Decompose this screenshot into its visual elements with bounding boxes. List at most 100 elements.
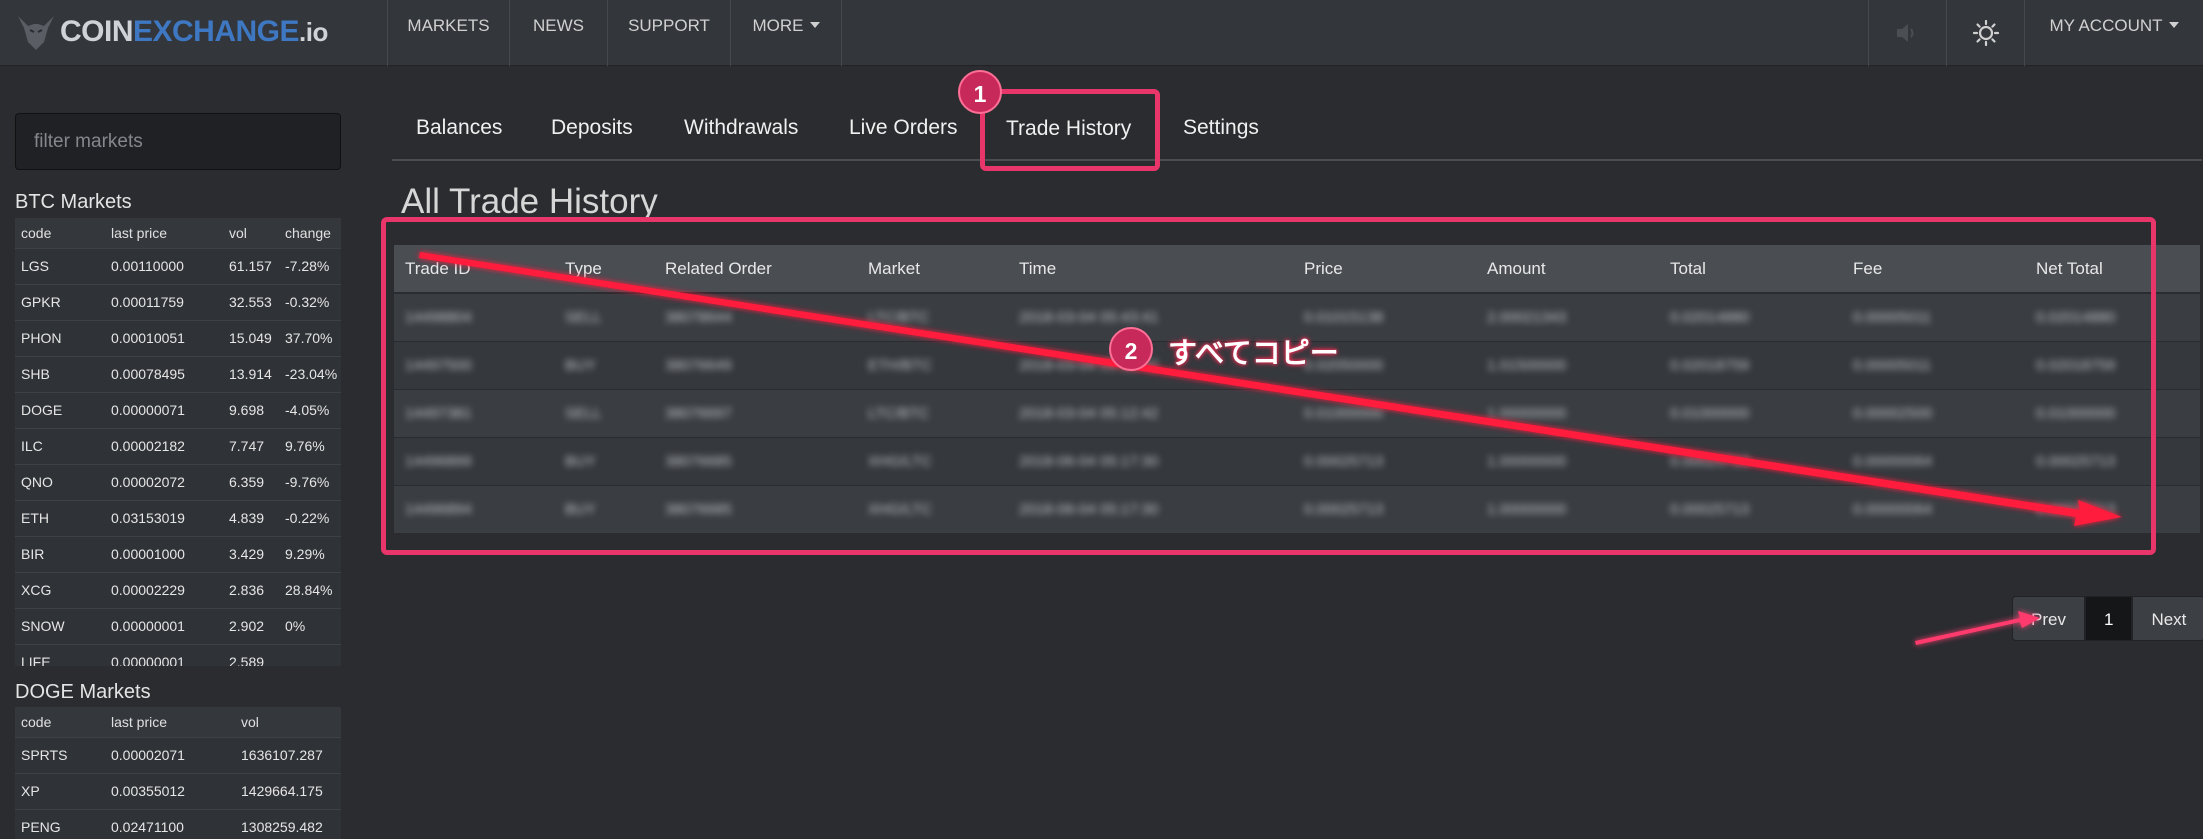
market-vol: 1636107.287 — [235, 736, 341, 773]
nav-more-label: MORE — [752, 16, 804, 35]
market-code: XCG — [15, 571, 105, 608]
nav-more[interactable]: MORE — [730, 0, 842, 66]
col-last-price[interactable]: last price — [105, 218, 223, 248]
account-tabs: Balances Deposits Withdrawals Live Order… — [392, 100, 2202, 161]
step-1-badge: 1 — [958, 70, 1002, 114]
market-last-price: 0.00078495 — [105, 355, 223, 392]
market-change: -4.05% — [279, 391, 341, 428]
col-vol[interactable]: vol — [223, 218, 279, 248]
nav-account-label: MY ACCOUNT — [2049, 16, 2163, 35]
market-code: SNOW — [15, 607, 105, 644]
tab-deposits[interactable]: Deposits — [551, 116, 633, 140]
market-row[interactable]: GPKR 0.00011759 32.553 -0.32% — [15, 283, 341, 320]
market-vol: 7.747 — [223, 427, 279, 464]
market-row[interactable]: BIR 0.00001000 3.429 9.29% — [15, 535, 341, 572]
market-change: 28.84% — [279, 571, 341, 608]
nav-news[interactable]: NEWS — [509, 0, 607, 66]
chevron-down-icon — [2168, 22, 2179, 28]
market-code: SHB — [15, 355, 105, 392]
tab-balances[interactable]: Balances — [416, 116, 502, 140]
sound-toggle[interactable] — [1868, 0, 1946, 66]
market-change: 9.29% — [279, 535, 341, 572]
market-change: -0.32% — [279, 283, 341, 320]
market-change: -23.04% — [279, 355, 341, 392]
brand-part-coin: COIN — [60, 15, 134, 48]
top-navbar: COIN EXCHANGE .io MARKETS NEWS SUPPORT MOR… — [0, 0, 2203, 66]
doge-markets-table: code last price vol SPRTS 0.00002071 16361… — [15, 707, 341, 839]
market-last-price: 0.00002071 — [105, 736, 235, 773]
market-change: -7.28% — [279, 247, 341, 284]
market-vol: 6.359 — [223, 463, 279, 500]
market-last-price: 0.00355012 — [105, 772, 235, 809]
next-page-button[interactable]: Next — [2132, 596, 2203, 641]
btc-markets-table: code last price vol change LGS 0.00110000… — [15, 218, 341, 666]
market-last-price: 0.00000001 — [105, 643, 223, 666]
market-code: DOGE — [15, 391, 105, 428]
market-row[interactable]: LGS 0.00110000 61.157 -7.28% — [15, 247, 341, 284]
tab-settings[interactable]: Settings — [1183, 116, 1259, 140]
btc-markets-title: BTC Markets — [15, 191, 132, 213]
market-code: LIFE — [15, 643, 105, 666]
brand-logo[interactable]: COIN EXCHANGE .io — [14, 8, 328, 56]
market-last-price: 0.00000071 — [105, 391, 223, 428]
market-change: 37.70% — [279, 319, 341, 356]
tab-live-orders[interactable]: Live Orders — [849, 116, 958, 140]
market-change: 9.76% — [279, 427, 341, 464]
col-code[interactable]: code — [15, 707, 105, 737]
market-change: 0% — [279, 607, 341, 644]
step-2-badge: 2 — [1109, 327, 1153, 371]
brand-part-io: .io — [299, 16, 328, 47]
market-row[interactable]: XP 0.00355012 1429664.175 — [15, 772, 341, 809]
market-last-price: 0.00002229 — [105, 571, 223, 608]
market-change: -0.22% — [279, 499, 341, 536]
market-row[interactable]: ILC 0.00002182 7.747 9.76% — [15, 427, 341, 464]
nav-my-account[interactable]: MY ACCOUNT — [2024, 0, 2203, 66]
annotation-box-trade-history-tab — [980, 89, 1160, 171]
market-vol: 1429664.175 — [235, 772, 341, 809]
market-row[interactable]: SNOW 0.00000001 2.902 0% — [15, 607, 341, 644]
market-last-price: 0.00002072 — [105, 463, 223, 500]
market-row[interactable]: LIFE 0.00000001 2.589 — [15, 643, 341, 666]
market-last-price: 0.00011759 — [105, 283, 223, 320]
market-last-price: 0.02471100 — [105, 808, 235, 839]
market-code: QNO — [15, 463, 105, 500]
market-row[interactable]: ETH 0.03153019 4.839 -0.22% — [15, 499, 341, 536]
market-code: XP — [15, 772, 105, 809]
market-vol: 1308259.482 — [235, 808, 341, 839]
doge-markets-panel[interactable]: code last price vol SPRTS 0.00002071 16361… — [15, 707, 341, 839]
market-row[interactable]: XCG 0.00002229 2.836 28.84% — [15, 571, 341, 608]
step-2-label: すべてコピー — [1168, 338, 1339, 370]
market-row[interactable]: QNO 0.00002072 6.359 -9.76% — [15, 463, 341, 500]
nav-support[interactable]: SUPPORT — [607, 0, 730, 66]
market-code: ETH — [15, 499, 105, 536]
doge-markets-title: DOGE Markets — [15, 681, 151, 703]
page-1-button[interactable]: 1 — [2084, 596, 2133, 641]
prev-page-button[interactable]: Prev — [2012, 596, 2085, 641]
market-change: -9.76% — [279, 463, 341, 500]
pagination: Prev 1 Next — [2012, 596, 2203, 641]
market-vol: 2.589 — [223, 643, 279, 666]
market-vol: 2.902 — [223, 607, 279, 644]
market-last-price: 0.00010051 — [105, 319, 223, 356]
market-row[interactable]: PHON 0.00010051 15.049 37.70% — [15, 319, 341, 356]
market-row[interactable]: PENG 0.02471100 1308259.482 — [15, 808, 341, 839]
col-vol[interactable]: vol — [235, 707, 341, 737]
col-code[interactable]: code — [15, 218, 105, 248]
nav-markets[interactable]: MARKETS — [387, 0, 509, 66]
market-row[interactable]: SHB 0.00078495 13.914 -23.04% — [15, 355, 341, 392]
col-change[interactable]: change — [279, 218, 341, 248]
tab-withdrawals[interactable]: Withdrawals — [684, 116, 798, 140]
col-last-price[interactable]: last price — [105, 707, 235, 737]
market-code: PENG — [15, 808, 105, 839]
speaker-icon — [1896, 24, 1913, 42]
market-last-price: 0.00002182 — [105, 427, 223, 464]
theme-toggle[interactable] — [1946, 0, 2024, 66]
market-row[interactable]: SPRTS 0.00002071 1636107.287 — [15, 736, 341, 773]
btc-markets-panel[interactable]: code last price vol change LGS 0.00110000… — [15, 218, 341, 666]
page-title: All Trade History — [401, 182, 658, 221]
market-last-price: 0.00001000 — [105, 535, 223, 572]
market-row[interactable]: DOGE 0.00000071 9.698 -4.05% — [15, 391, 341, 428]
market-vol: 32.553 — [223, 283, 279, 320]
filter-markets-input[interactable] — [15, 113, 341, 170]
market-vol: 4.839 — [223, 499, 279, 536]
